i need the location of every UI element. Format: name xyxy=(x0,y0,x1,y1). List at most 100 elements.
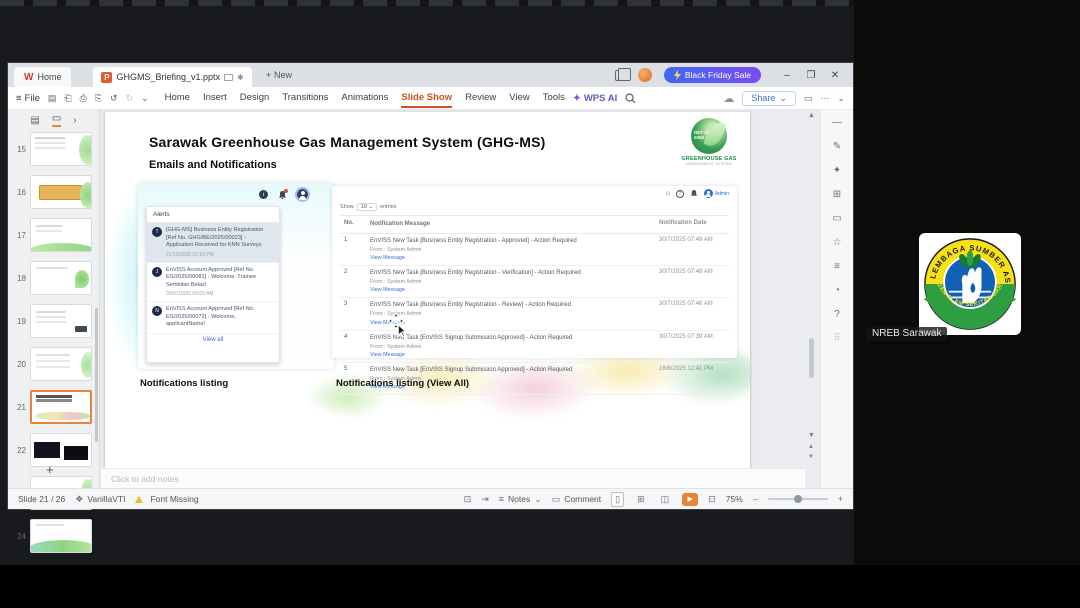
tab-tools[interactable]: Tools xyxy=(543,89,565,108)
more-options-icon[interactable]: ··· xyxy=(820,93,829,103)
black-friday-sale-button[interactable]: Black Friday Sale xyxy=(663,67,761,83)
slide-counter: Slide 21 / 26 xyxy=(18,494,66,504)
minimize-button[interactable]: – xyxy=(775,70,799,81)
favorites-icon[interactable]: ☆ xyxy=(833,238,842,248)
ghg-logo-globe-icon: NET ZERO 2050 xyxy=(691,118,727,154)
slide-thumbnail-21-active[interactable] xyxy=(30,390,92,424)
view-all-link: View all xyxy=(202,336,224,343)
home-icon: ⌂ xyxy=(665,190,670,197)
print-icon[interactable]: ⎙ xyxy=(80,93,87,104)
help-icon: ? xyxy=(675,189,684,198)
close-button[interactable]: ✕ xyxy=(823,70,847,81)
zoom-in-icon[interactable]: + xyxy=(838,494,843,504)
tab-review[interactable]: Review xyxy=(465,89,496,108)
save-icon[interactable]: ▤ xyxy=(48,93,57,104)
slide-thumbnail-18[interactable] xyxy=(30,261,92,295)
slide-thumbnail-20[interactable] xyxy=(30,347,92,381)
redo-icon[interactable]: ↻ xyxy=(126,93,134,104)
search-icon[interactable] xyxy=(625,92,636,104)
view-message-link: View Message xyxy=(370,319,405,326)
collapse-panel-icon[interactable]: › xyxy=(73,115,76,126)
account-avatar[interactable] xyxy=(637,68,652,82)
window-stack-icon[interactable] xyxy=(614,67,631,81)
thumbnail-panel-scrollbar[interactable] xyxy=(95,308,98,442)
slide-number: 19 xyxy=(17,316,26,326)
slide-subtitle: Emails and Notifications xyxy=(149,159,277,171)
task-pane-icon[interactable]: ▭ xyxy=(804,93,813,104)
outline-view-icon[interactable]: ▤ xyxy=(30,115,39,126)
lightning-icon xyxy=(673,70,681,80)
tab-document[interactable]: P GHGMS_Briefing_v1.pptx ✱ xyxy=(93,67,252,87)
ai-assistant-icon[interactable]: ✦ xyxy=(833,166,841,176)
share-border-dashes xyxy=(0,0,854,6)
slide-area-scrollbar[interactable]: ▲ ▼ ▲ ▼ xyxy=(805,110,819,488)
mouse-move-cursor xyxy=(387,312,409,338)
comment-pane-icon[interactable]: ▭ xyxy=(832,214,841,224)
add-slide-button[interactable]: + xyxy=(46,462,54,477)
menu-icon: ≡ xyxy=(16,92,22,104)
previous-slide-icon[interactable]: ▲ xyxy=(808,444,814,450)
zoom-level[interactable]: 75% xyxy=(726,494,743,504)
cloud-sync-icon[interactable]: ☁ xyxy=(723,92,734,105)
history-caret-icon[interactable]: ⌄ xyxy=(141,93,149,104)
slide-thumbnail-19[interactable] xyxy=(30,304,92,338)
tab-view[interactable]: View xyxy=(509,89,529,108)
slideshow-play-button[interactable]: ▶ xyxy=(682,492,699,506)
reading-view-button[interactable]: ◫ xyxy=(658,493,673,506)
participant-video-tile[interactable]: LEMBAGA SUMBER ASLI DAN ALAM SEKITAR SAR… xyxy=(919,233,1021,335)
fit-slide-icon[interactable]: ⊡ xyxy=(708,494,716,505)
tab-transitions[interactable]: Transitions xyxy=(282,89,328,108)
scrollbar-thumb[interactable] xyxy=(809,338,814,378)
share-button[interactable]: Share ⌄ xyxy=(742,90,796,106)
workspace: ▤ ▭ › 15 16 17 18 19 20 21 22 24 + Saraw… xyxy=(8,110,853,553)
slide-thumbnail-15[interactable] xyxy=(30,132,92,166)
slide-view-icon[interactable]: ▭ xyxy=(51,113,62,127)
undo-icon[interactable]: ↺ xyxy=(110,93,118,104)
next-slide-icon[interactable]: ▼ xyxy=(808,454,814,460)
help-icon[interactable]: ? xyxy=(834,310,840,320)
scroll-down-icon[interactable]: ▼ xyxy=(808,432,815,439)
collapse-ribbon-icon[interactable]: ⌄ xyxy=(837,93,845,104)
hide-panel-icon[interactable]: — xyxy=(832,118,842,128)
tab-wps-home[interactable]: W Home xyxy=(14,67,72,87)
nreb-sarawak-logo: LEMBAGA SUMBER ASLI DAN ALAM SEKITAR SAR… xyxy=(922,236,1017,330)
pen-tools-icon[interactable]: ✎ xyxy=(833,142,841,152)
zoom-out-icon[interactable]: – xyxy=(753,494,758,504)
normal-view-button[interactable]: ▯ xyxy=(611,491,625,507)
slide-thumbnail-24[interactable] xyxy=(30,519,92,553)
notifications-table: No. Notification Message Notification Da… xyxy=(340,215,729,396)
ghg-ms-logo: NET ZERO 2050 GREENHOUSE GAS MANAGEMENT … xyxy=(677,118,741,166)
slide-thumbnail-17[interactable] xyxy=(30,218,92,252)
restore-button[interactable]: ❐ xyxy=(799,70,823,81)
font-missing-warning[interactable]: Font Missing xyxy=(135,494,199,504)
tab-home[interactable]: Home xyxy=(165,89,190,108)
print-preview-icon[interactable]: ⎘ xyxy=(95,93,102,104)
new-document-button[interactable]: + New xyxy=(266,70,292,80)
jump-to-icon[interactable]: ⇥ xyxy=(481,494,489,505)
wps-ai-button[interactable]: ✦ WPS AI xyxy=(573,93,617,104)
settings-icon[interactable]: ≡ xyxy=(834,262,840,272)
slide-canvas[interactable]: Sarawak Greenhouse Gas Management System… xyxy=(105,112,750,468)
tab-design[interactable]: Design xyxy=(240,89,270,108)
comment-button[interactable]: ▭ Comment xyxy=(552,494,601,505)
shapes-icon[interactable]: ⊞ xyxy=(833,190,841,200)
tab-slide-show[interactable]: Slide Show xyxy=(401,89,453,108)
zoom-slider-knob[interactable] xyxy=(793,495,802,503)
notes-area[interactable]: Click to add notes xyxy=(101,468,805,488)
tab-insert[interactable]: Insert xyxy=(203,89,227,108)
slide-number: 20 xyxy=(17,359,26,369)
notes-toggle[interactable]: ≡ Notes ⌄ xyxy=(499,494,542,505)
slide-thumbnail-16[interactable] xyxy=(30,175,92,209)
zoom-slider[interactable] xyxy=(767,495,828,503)
history-icon[interactable]: ◔ xyxy=(834,286,840,296)
task-window-icon[interactable]: ⊡ xyxy=(464,494,472,505)
open-icon[interactable]: ⎗ xyxy=(64,93,71,104)
slide-thumbnail-22[interactable] xyxy=(30,433,92,467)
file-menu-button[interactable]: ≡ File xyxy=(16,93,40,104)
slide-number: 16 xyxy=(17,187,26,197)
theme-indicator[interactable]: ❖ VanillaVTI xyxy=(75,494,125,505)
scroll-up-icon[interactable]: ▲ xyxy=(808,112,815,119)
slide-sorter-view-button[interactable]: ⊞ xyxy=(634,493,648,506)
apps-grid-icon[interactable]: ⠿ xyxy=(833,334,840,344)
tab-animations[interactable]: Animations xyxy=(341,89,388,108)
